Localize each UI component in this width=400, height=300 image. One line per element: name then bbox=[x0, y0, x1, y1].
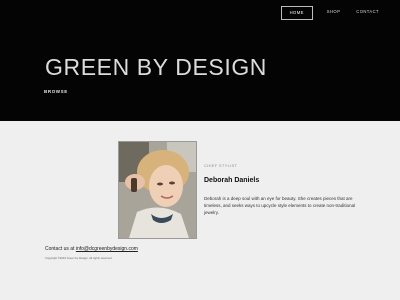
hero-banner: HOME SHOP CONTACT GREEN BY DESIGN BROWSE bbox=[0, 0, 400, 121]
nav-shop-link[interactable]: SHOP bbox=[319, 6, 348, 18]
profile-bio: Deborah is a deep soul with an eye for b… bbox=[204, 196, 356, 215]
profile-name: Deborah Daniels bbox=[204, 177, 260, 184]
nav-contact-link[interactable]: CONTACT bbox=[348, 6, 387, 18]
site-title: GREEN BY DESIGN bbox=[45, 54, 268, 80]
top-nav: HOME SHOP CONTACT bbox=[280, 6, 387, 20]
nav-home-link[interactable]: HOME bbox=[280, 6, 313, 20]
profile-photo bbox=[118, 141, 197, 239]
contact-line: Contact us at info@dcgreenbydesign.com bbox=[45, 246, 138, 252]
contact-prefix: Contact us at bbox=[45, 246, 76, 252]
browse-link[interactable]: BROWSE bbox=[44, 89, 68, 94]
profile-role: CHIEF STYLIST bbox=[204, 163, 238, 168]
copyright-text: Copyright ©2016 Green by Design. All rig… bbox=[45, 256, 113, 260]
contact-email-link[interactable]: info@dcgreenbydesign.com bbox=[76, 246, 138, 252]
portrait-image bbox=[119, 142, 196, 238]
